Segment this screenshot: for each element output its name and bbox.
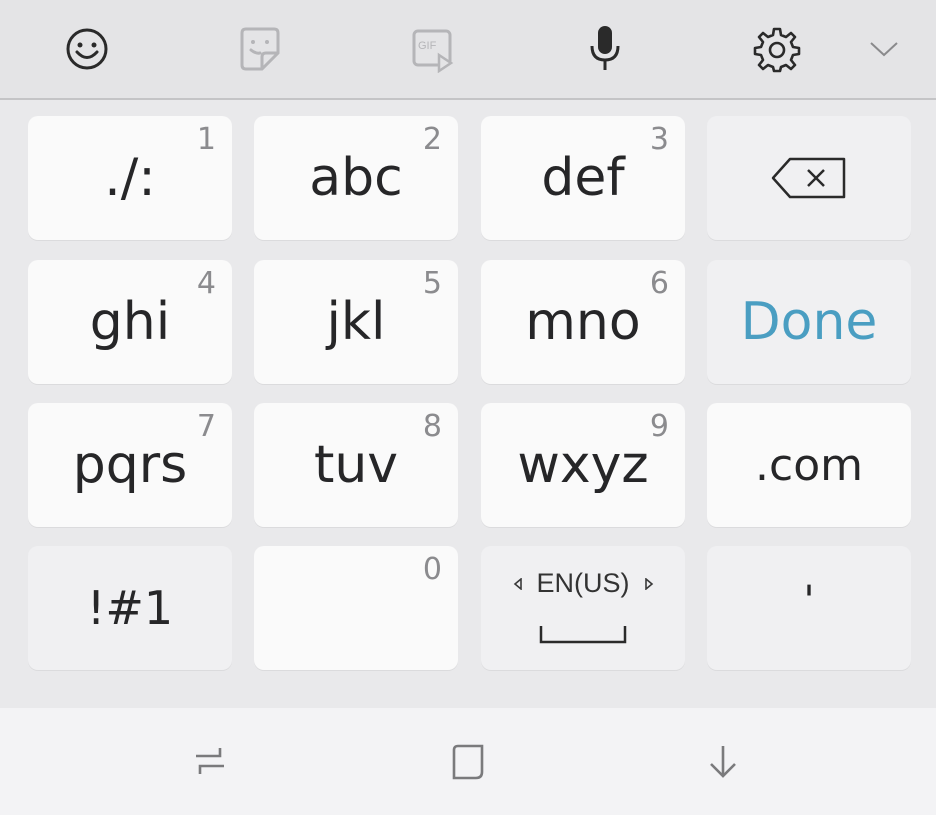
home-button[interactable] <box>408 708 528 815</box>
caret-right-icon <box>644 577 653 590</box>
key-5[interactable]: jkl 5 <box>254 260 458 384</box>
home-icon <box>452 744 484 779</box>
backspace-key-face <box>707 116 911 240</box>
key-number: 6 <box>649 266 669 301</box>
key-0[interactable]: 0 <box>254 546 458 670</box>
key-number: 0 <box>422 552 442 587</box>
voice-input-button[interactable] <box>550 0 660 98</box>
gif-label: GIF <box>418 40 437 52</box>
dotcom-key[interactable]: .com <box>707 403 911 527</box>
done-key[interactable]: Done <box>707 260 911 384</box>
backspace-key[interactable] <box>707 116 911 240</box>
navigation-bar <box>0 708 936 815</box>
settings-button[interactable] <box>722 0 832 98</box>
chevron-down-icon <box>870 42 898 57</box>
microphone-icon <box>590 26 620 70</box>
hide-keyboard-icon <box>710 745 736 778</box>
key-2[interactable]: abc 2 <box>254 116 458 240</box>
language-label: EN(US) <box>536 568 630 598</box>
key-number: 2 <box>422 122 442 157</box>
key-3[interactable]: def 3 <box>481 116 685 240</box>
apostrophe-key[interactable]: ' <box>707 546 911 670</box>
keyboard-toolbar: GIF <box>0 0 936 100</box>
symbols-key[interactable]: !#1 <box>28 546 232 670</box>
key-number: 5 <box>422 266 442 301</box>
key-number: 7 <box>196 409 216 444</box>
spacebar-icon <box>539 626 627 644</box>
emoji-button[interactable] <box>32 0 142 98</box>
back-button[interactable] <box>663 708 783 815</box>
key-number: 8 <box>422 409 442 444</box>
emoji-icon <box>66 28 108 70</box>
key-number: 3 <box>649 122 669 157</box>
done-label: Done <box>740 292 878 352</box>
language-switch-row: EN(US) <box>481 568 685 599</box>
key-number: 9 <box>649 409 669 444</box>
key-8[interactable]: tuv 8 <box>254 403 458 527</box>
key-number: 1 <box>196 122 216 157</box>
symbols-label: !#1 <box>86 581 174 635</box>
dotcom-label: .com <box>755 439 863 491</box>
key-7[interactable]: pqrs 7 <box>28 403 232 527</box>
settings-icon <box>753 27 801 73</box>
sticker-button[interactable] <box>205 0 315 98</box>
sticker-icon <box>240 27 280 71</box>
key-1[interactable]: ./: 1 <box>28 116 232 240</box>
collapse-keyboard-button[interactable] <box>834 0 934 98</box>
apostrophe-label: ' <box>803 578 815 624</box>
space-key[interactable]: EN(US) <box>481 546 685 670</box>
key-number: 4 <box>196 266 216 301</box>
recent-apps-icon <box>196 747 224 774</box>
key-9[interactable]: wxyz 9 <box>481 403 685 527</box>
recent-apps-button[interactable] <box>150 708 270 815</box>
key-4[interactable]: ghi 4 <box>28 260 232 384</box>
caret-left-icon <box>513 577 522 590</box>
backspace-icon <box>771 157 846 199</box>
key-6[interactable]: mno 6 <box>481 260 685 384</box>
